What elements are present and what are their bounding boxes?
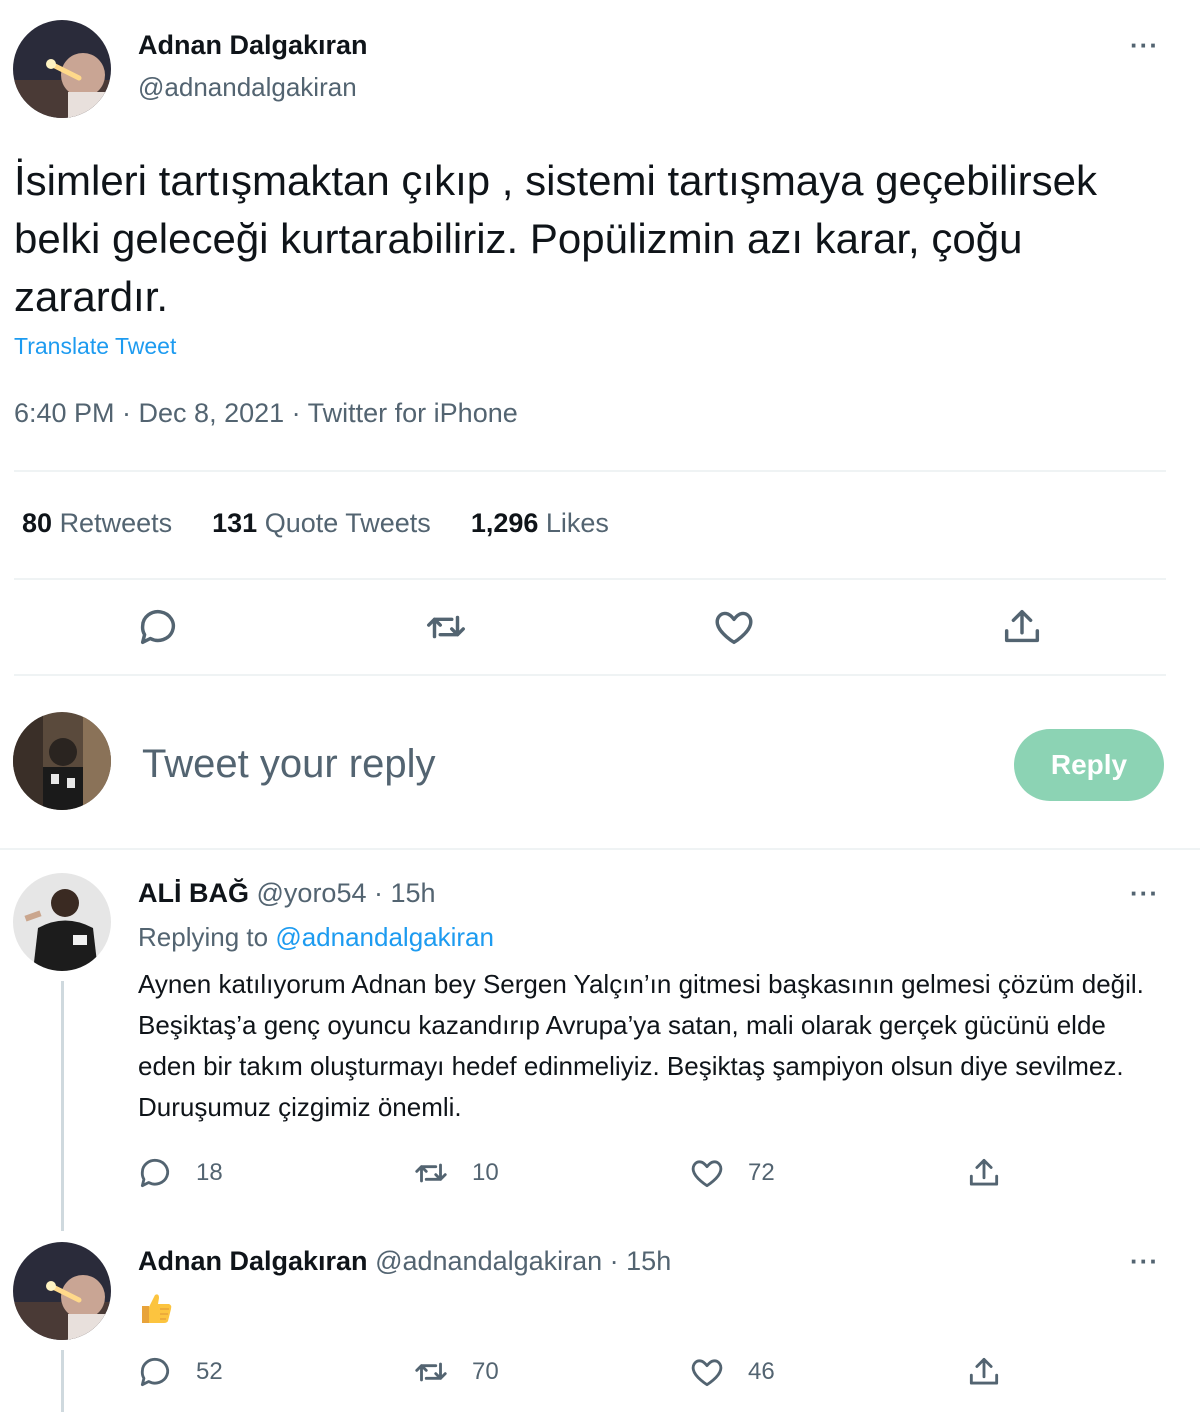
quote-tweets-stat[interactable]: 131 Quote Tweets (212, 508, 431, 539)
like-action[interactable]: 46 (688, 1353, 775, 1391)
like-icon[interactable] (711, 604, 757, 650)
translate-tweet-link[interactable]: Translate Tweet (14, 333, 176, 360)
divider (14, 470, 1166, 472)
retweet-action[interactable]: 70 (412, 1353, 499, 1391)
reply-button[interactable]: Reply (1014, 729, 1164, 801)
author-avatar[interactable] (13, 20, 111, 118)
thread-line (61, 1350, 64, 1412)
thread-line (61, 981, 64, 1231)
like-count: 72 (748, 1159, 775, 1186)
reply-author-avatar[interactable] (13, 873, 111, 971)
divider (0, 848, 1200, 850)
more-options-icon[interactable]: ··· (1130, 30, 1159, 61)
reply-author-avatar[interactable] (13, 1242, 111, 1340)
retweet-count: 10 (472, 1159, 499, 1186)
reply-action[interactable]: 52 (136, 1353, 223, 1391)
tweet-stats: 80 Retweets 131 Quote Tweets 1,296 Likes (22, 508, 609, 539)
reply-author-name[interactable]: ALİ BAĞ (138, 878, 249, 908)
reply-time[interactable]: · 15h (610, 1246, 672, 1276)
thumbs-up-icon (142, 1294, 172, 1323)
retweets-stat[interactable]: 80 Retweets (22, 508, 172, 539)
divider (14, 578, 1166, 580)
like-count: 46 (748, 1358, 775, 1385)
retweet-icon[interactable] (412, 1154, 450, 1192)
share-action[interactable] (965, 1353, 1003, 1391)
retweet-action[interactable]: 10 (412, 1154, 499, 1192)
reply-action[interactable]: 18 (136, 1154, 223, 1192)
replying-to-mention[interactable]: @adnandalgakiran (275, 922, 494, 952)
reply-time[interactable]: · 15h (374, 878, 436, 908)
reply-icon[interactable] (136, 1353, 174, 1391)
like-icon[interactable] (688, 1353, 726, 1391)
retweet-count: 70 (472, 1358, 499, 1385)
like-action[interactable]: 72 (688, 1154, 775, 1192)
reply-header: ALİ BAĞ @yoro54 · 15h (138, 878, 436, 909)
reply-text: Aynen katılıyorum Adnan bey Sergen Yalçı… (138, 969, 1144, 1122)
share-icon[interactable] (999, 604, 1045, 650)
tweet-text: İsimleri tartışmaktan çıkıp , sistemi ta… (14, 157, 1097, 320)
reply-icon[interactable] (135, 604, 181, 650)
reply-author-handle[interactable]: @adnandalgakiran (375, 1246, 602, 1276)
retweet-icon[interactable] (423, 604, 469, 650)
replying-to: Replying to @adnandalgakiran (138, 922, 494, 952)
like-icon[interactable] (688, 1154, 726, 1192)
reply-count: 18 (196, 1159, 223, 1186)
reply-icon[interactable] (136, 1154, 174, 1192)
divider (14, 674, 1166, 676)
share-icon[interactable] (965, 1353, 1003, 1391)
more-options-icon[interactable]: ··· (1130, 878, 1159, 909)
author-handle[interactable]: @adnandalgakiran (138, 72, 357, 103)
reply-count: 52 (196, 1358, 223, 1385)
retweet-icon[interactable] (412, 1353, 450, 1391)
current-user-avatar[interactable] (13, 712, 111, 810)
reply-author-name[interactable]: Adnan Dalgakıran (138, 1246, 368, 1276)
reply-author-handle[interactable]: @yoro54 (257, 878, 367, 908)
reply-input[interactable]: Tweet your reply (142, 742, 435, 787)
share-icon[interactable] (965, 1154, 1003, 1192)
tweet-meta: 6:40 PM · Dec 8, 2021 · Twitter for iPho… (14, 398, 518, 428)
likes-stat[interactable]: 1,296 Likes (471, 508, 609, 539)
more-options-icon[interactable]: ··· (1130, 1246, 1159, 1277)
reply-header: Adnan Dalgakıran @adnandalgakiran · 15h (138, 1246, 671, 1277)
author-name[interactable]: Adnan Dalgakıran (138, 30, 368, 61)
share-action[interactable] (965, 1154, 1003, 1192)
